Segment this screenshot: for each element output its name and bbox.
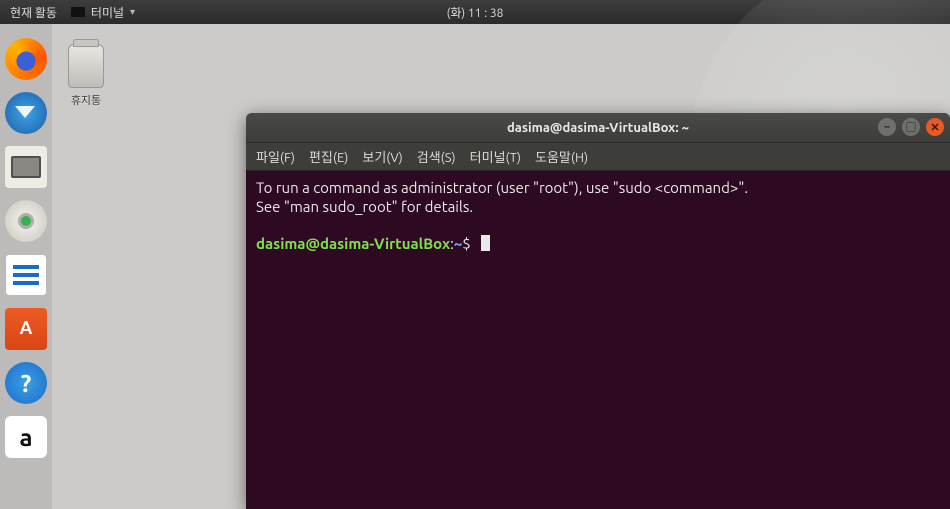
terminal-body[interactable]: To run a command as administrator (user …: [246, 171, 950, 509]
clock[interactable]: (화) 11 : 38: [447, 4, 504, 21]
prompt-end: $: [462, 235, 470, 252]
launcher-firefox[interactable]: [5, 38, 47, 80]
terminal-window: dasima@dasima-VirtualBox: ~ – □ ✕ 파일(F) …: [246, 113, 950, 509]
trash-label: 휴지통: [56, 92, 116, 108]
menu-terminal[interactable]: 터미널(T): [470, 147, 521, 166]
menu-view[interactable]: 보기(V): [362, 147, 402, 166]
menu-edit[interactable]: 편집(E): [309, 147, 348, 166]
app-menu[interactable]: 터미널 ▾: [71, 4, 135, 21]
chevron-down-icon: ▾: [130, 6, 135, 18]
trash-icon: [68, 44, 104, 88]
launcher-dock: ? a: [0, 24, 52, 509]
sudo-hint-line2: See "man sudo_root" for details.: [256, 198, 473, 215]
menu-help[interactable]: 도움말(H): [535, 147, 588, 166]
launcher-rhythmbox[interactable]: [5, 200, 47, 242]
window-controls: – □ ✕: [878, 118, 944, 136]
activities-button[interactable]: 현재 활동: [10, 4, 57, 21]
launcher-amazon[interactable]: a: [5, 416, 47, 458]
terminal-app-icon: [71, 7, 85, 17]
launcher-help[interactable]: ?: [5, 362, 47, 404]
launcher-thunderbird[interactable]: [5, 92, 47, 134]
maximize-button[interactable]: □: [902, 118, 920, 136]
desktop-trash[interactable]: 휴지통: [56, 44, 116, 108]
window-titlebar[interactable]: dasima@dasima-VirtualBox: ~ – □ ✕: [246, 113, 950, 143]
minimize-button[interactable]: –: [878, 118, 896, 136]
prompt-path: ~: [454, 235, 462, 252]
window-title: dasima@dasima-VirtualBox: ~: [507, 121, 689, 135]
close-button[interactable]: ✕: [926, 118, 944, 136]
terminal-menubar: 파일(F) 편집(E) 보기(V) 검색(S) 터미널(T) 도움말(H): [246, 143, 950, 171]
sudo-hint-line1: To run a command as administrator (user …: [256, 179, 748, 196]
menu-search[interactable]: 검색(S): [417, 147, 456, 166]
terminal-cursor: [481, 235, 490, 251]
menu-file[interactable]: 파일(F): [256, 147, 295, 166]
prompt-user-host: dasima@dasima-VirtualBox: [256, 235, 450, 252]
app-menu-label: 터미널: [91, 4, 124, 21]
launcher-files[interactable]: [5, 146, 47, 188]
launcher-libreoffice-writer[interactable]: [5, 254, 47, 296]
launcher-ubuntu-software[interactable]: [5, 308, 47, 350]
